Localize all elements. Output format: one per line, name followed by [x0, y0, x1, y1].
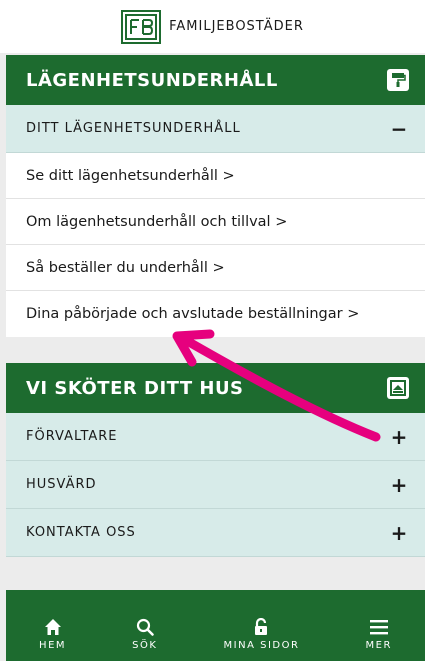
accordion-contact-us[interactable]: KONTAKTA OSS + — [6, 509, 425, 557]
brand-name: FAMILJEBOSTÄDER — [169, 19, 304, 34]
accordion-label: DITT LÄGENHETSUNDERHÅLL — [26, 121, 241, 136]
expand-icon[interactable]: + — [389, 473, 409, 497]
link-about-maintenance[interactable]: Om lägenhetsunderhåll och tillval > — [6, 199, 425, 245]
accordion-label: KONTAKTA OSS — [26, 525, 136, 540]
bottom-navigation: HEM SÖK MINA SIDOR MER — [6, 590, 425, 661]
nav-label: HEM — [39, 640, 67, 651]
link-how-to-order[interactable]: Så beställer du underhåll > — [6, 245, 425, 291]
brand-logo-icon — [125, 13, 158, 40]
expand-icon[interactable]: + — [389, 425, 409, 449]
menu-icon — [369, 620, 388, 635]
section-apartment-maintenance: LÄGENHETSUNDERHÅLL DITT LÄGENHETSUNDERHÅ… — [6, 55, 425, 337]
accordion-caretaker[interactable]: HUSVÄRD + — [6, 461, 425, 509]
expand-icon[interactable]: + — [389, 521, 409, 545]
link-see-maintenance[interactable]: Se ditt lägenhetsunderhåll > — [6, 153, 425, 199]
search-icon — [136, 618, 154, 636]
collapse-icon[interactable]: − — [389, 117, 409, 141]
accordion-property-manager[interactable]: FÖRVALTARE + — [6, 413, 425, 461]
nav-label: MER — [365, 640, 392, 651]
section-title: LÄGENHETSUNDERHÅLL — [26, 69, 278, 91]
accordion-label: HUSVÄRD — [26, 477, 97, 492]
paint-roller-icon — [387, 69, 409, 91]
house-icon — [387, 377, 409, 399]
nav-search[interactable]: SÖK — [132, 618, 157, 651]
nav-my-pages[interactable]: MINA SIDOR — [224, 618, 300, 651]
section-title: VI SKÖTER DITT HUS — [26, 377, 244, 399]
home-icon — [44, 619, 61, 635]
nav-more[interactable]: MER — [366, 618, 392, 651]
unlock-icon — [255, 618, 268, 635]
nav-label: SÖK — [132, 640, 158, 651]
brand-logo[interactable] — [121, 9, 162, 44]
section-header: VI SKÖTER DITT HUS — [6, 363, 425, 413]
nav-home[interactable]: HEM — [39, 618, 66, 651]
link-my-orders[interactable]: Dina påbörjade och avslutade beställning… — [6, 291, 425, 337]
nav-label: MINA SIDOR — [223, 640, 300, 651]
section-header: LÄGENHETSUNDERHÅLL — [6, 55, 425, 105]
header-bar: FAMILJEBOSTÄDER — [0, 0, 425, 53]
accordion-my-maintenance[interactable]: DITT LÄGENHETSUNDERHÅLL − — [6, 105, 425, 153]
section-we-manage-your-house: VI SKÖTER DITT HUS FÖRVALTARE + HUSVÄRD … — [6, 363, 425, 557]
accordion-label: FÖRVALTARE — [26, 429, 118, 444]
